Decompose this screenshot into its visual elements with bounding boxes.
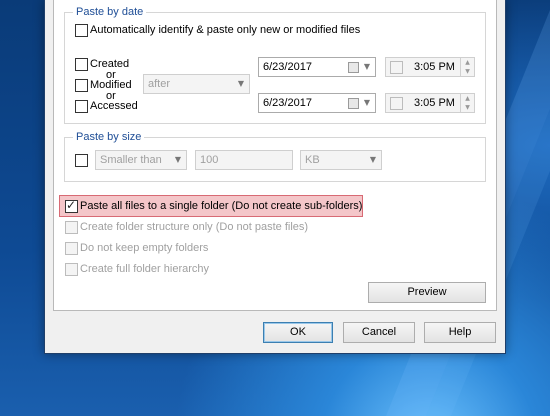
preview-button[interactable]: Preview xyxy=(368,282,486,303)
single-folder-checkbox[interactable] xyxy=(65,198,78,213)
time-value-1: 3:05 PM xyxy=(414,61,455,73)
paste-by-date-title: Paste by date xyxy=(73,6,147,19)
auto-identify-label: Automatically identify & paste only new … xyxy=(90,24,361,36)
time-enable-checkbox-2[interactable] xyxy=(390,97,403,110)
single-folder-label: Paste all files to a single folder (Do n… xyxy=(80,200,363,212)
date-value-1: 6/23/2017 xyxy=(263,61,312,73)
spinner-icon[interactable]: ▲ ▼ xyxy=(460,58,474,76)
paste-by-size-title: Paste by size xyxy=(73,131,145,144)
help-button[interactable]: Help xyxy=(424,322,496,343)
no-empty-folders-checkbox[interactable] xyxy=(65,242,78,255)
time-picker-2[interactable]: 3:05 PM ▲ ▼ xyxy=(385,93,475,113)
size-filter-checkbox[interactable] xyxy=(75,154,88,167)
accessed-label: Accessed xyxy=(90,100,138,112)
paste-by-size-group: Paste by size Smaller than ▼ 100 KB ▼ xyxy=(64,131,486,182)
chevron-down-icon: ▼ xyxy=(369,155,377,164)
cancel-button[interactable]: Cancel xyxy=(343,322,415,343)
time-value-2: 3:05 PM xyxy=(414,97,455,109)
modified-checkbox[interactable] xyxy=(75,79,88,92)
chevron-down-icon: ▼ xyxy=(363,62,371,71)
accessed-checkbox[interactable] xyxy=(75,100,88,113)
size-comparison-dropdown[interactable]: Smaller than ▼ xyxy=(95,150,187,170)
time-enable-checkbox-1[interactable] xyxy=(390,61,403,74)
created-checkbox[interactable] xyxy=(75,58,88,71)
chevron-down-icon: ▼ xyxy=(363,98,371,107)
date-picker-1[interactable]: 6/23/2017 ▼ xyxy=(258,57,376,77)
full-hierarchy-label: Create full folder hierarchy xyxy=(80,263,210,275)
paste-options-dialog: Paste by date Automatically identify & p… xyxy=(44,0,506,354)
date-condition-value: after xyxy=(148,78,171,90)
structure-only-checkbox[interactable] xyxy=(65,221,78,234)
full-hierarchy-checkbox[interactable] xyxy=(65,263,78,276)
date-value-2: 6/23/2017 xyxy=(263,97,312,109)
paste-by-date-group: Paste by date Automatically identify & p… xyxy=(64,6,486,124)
size-comparison-value: Smaller than xyxy=(100,154,162,166)
auto-identify-checkbox[interactable] xyxy=(75,24,88,37)
chevron-down-icon: ▼ xyxy=(174,155,182,164)
size-value: 100 xyxy=(200,154,219,166)
no-empty-folders-label: Do not keep empty folders xyxy=(80,242,209,254)
spinner-icon[interactable]: ▲ ▼ xyxy=(460,94,474,112)
structure-only-label: Create folder structure only (Do not pas… xyxy=(80,221,309,233)
calendar-icon xyxy=(348,98,359,109)
date-picker-2[interactable]: 6/23/2017 ▼ xyxy=(258,93,376,113)
time-picker-1[interactable]: 3:05 PM ▲ ▼ xyxy=(385,57,475,77)
chevron-down-icon: ▼ xyxy=(237,79,245,88)
ok-button[interactable]: OK xyxy=(263,322,333,343)
size-value-field[interactable]: 100 xyxy=(195,150,293,170)
calendar-icon xyxy=(348,62,359,73)
size-unit-value: KB xyxy=(305,154,320,166)
size-unit-dropdown[interactable]: KB ▼ xyxy=(300,150,382,170)
date-condition-dropdown[interactable]: after ▼ xyxy=(143,74,250,94)
